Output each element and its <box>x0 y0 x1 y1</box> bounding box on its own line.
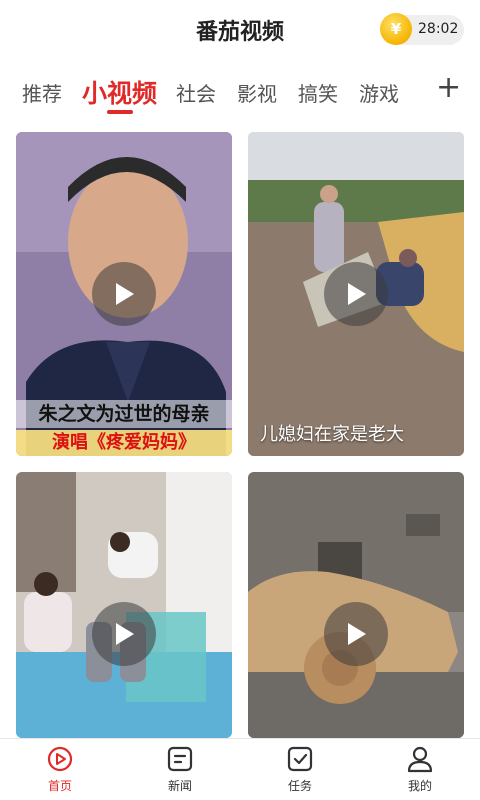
video-card[interactable]: 朱之文为过世的母亲 演唱《疼爱妈妈》 <box>16 132 232 456</box>
tab-short-video[interactable]: 小视频 <box>82 74 157 110</box>
nav-profile[interactable]: 我的 <box>380 745 460 794</box>
bottom-nav: 首页 新闻 任务 我的 <box>0 738 480 800</box>
tab-society[interactable]: 社会 <box>176 78 216 107</box>
nav-home[interactable]: 首页 <box>20 745 100 794</box>
play-button[interactable] <box>324 262 388 326</box>
tab-games[interactable]: 游戏 <box>359 78 399 107</box>
play-button[interactable] <box>324 602 388 666</box>
category-tabs: 推荐 小视频 社会 影视 搞笑 游戏 + <box>0 62 480 118</box>
reward-timer-pill[interactable]: ¥ 28:02 <box>380 13 464 45</box>
tab-recommend[interactable]: 推荐 <box>22 78 62 107</box>
video-card[interactable] <box>16 472 232 738</box>
video-overlay-subtitle: 演唱《疼爱妈妈》 <box>16 430 232 456</box>
tab-funny[interactable]: 搞笑 <box>298 78 338 107</box>
task-icon <box>287 746 313 772</box>
coin-icon: ¥ <box>380 13 412 45</box>
nav-news-label: 新闻 <box>167 779 192 793</box>
tab-film[interactable]: 影视 <box>237 78 277 107</box>
play-button[interactable] <box>92 262 156 326</box>
nav-news[interactable]: 新闻 <box>140 745 220 794</box>
nav-home-label: 首页 <box>47 779 72 793</box>
play-icon <box>348 283 366 305</box>
nav-tasks-label: 任务 <box>287 779 312 793</box>
play-button[interactable] <box>92 602 156 666</box>
video-card[interactable] <box>248 472 464 738</box>
play-icon <box>116 283 134 305</box>
video-overlay-title: 朱之文为过世的母亲 <box>16 400 232 428</box>
home-play-icon <box>47 746 73 772</box>
nav-tasks[interactable]: 任务 <box>260 745 340 794</box>
nav-profile-label: 我的 <box>407 779 432 793</box>
video-caption: 儿媳妇在家是老大 <box>260 424 404 445</box>
active-tab-indicator <box>107 110 133 114</box>
news-icon <box>167 746 193 772</box>
add-tab-icon[interactable]: + <box>436 73 461 103</box>
app-header: 番茄视频 ¥ 28:02 <box>0 0 480 62</box>
profile-icon <box>407 746 433 773</box>
reward-timer-text: 28:02 <box>418 21 459 37</box>
video-card[interactable]: 儿媳妇在家是老大 <box>248 132 464 456</box>
play-icon <box>348 623 366 645</box>
play-icon <box>116 623 134 645</box>
